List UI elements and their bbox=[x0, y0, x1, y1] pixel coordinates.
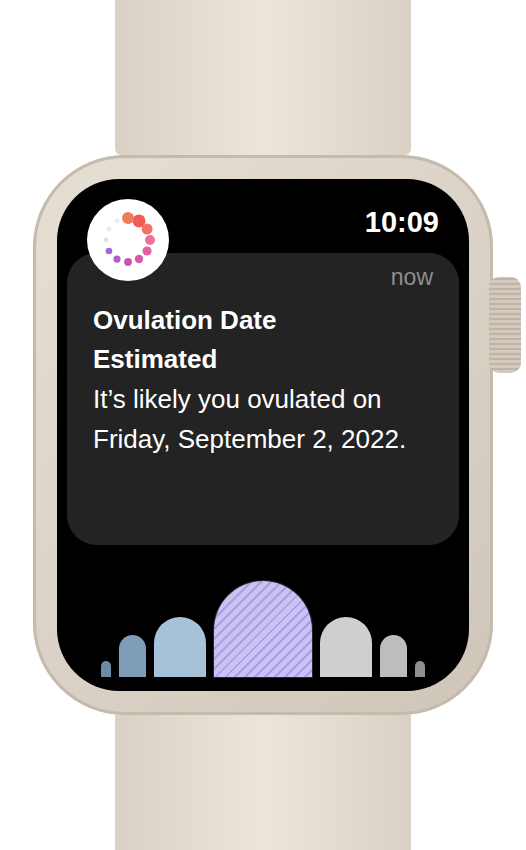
notification-body: It’s likely you ovulated on Friday, Sept… bbox=[93, 379, 437, 460]
cycle-day[interactable] bbox=[415, 661, 425, 677]
cycle-day[interactable] bbox=[214, 581, 312, 677]
watch-band bbox=[115, 715, 411, 850]
watch-case: 10:09 now Ovulation Date Estimated It’s … bbox=[33, 155, 493, 715]
watch-screen: 10:09 now Ovulation Date Estimated It’s … bbox=[57, 179, 469, 691]
cycle-day[interactable] bbox=[101, 661, 111, 677]
cycle-day[interactable] bbox=[380, 635, 407, 677]
watch-band bbox=[115, 0, 411, 155]
digital-crown[interactable] bbox=[489, 277, 521, 373]
notification-title: Ovulation Date Estimated bbox=[93, 301, 343, 379]
cycle-day[interactable] bbox=[119, 635, 146, 677]
watch-render: 10:09 now Ovulation Date Estimated It’s … bbox=[0, 0, 526, 850]
cycle-day[interactable] bbox=[320, 617, 372, 677]
notification-time: now bbox=[391, 263, 437, 293]
notification-card[interactable]: now Ovulation Date Estimated It’s likely… bbox=[67, 253, 459, 545]
cycle-day[interactable] bbox=[154, 617, 206, 677]
cycle-tracking-icon[interactable] bbox=[87, 199, 169, 281]
cycle-day-strip bbox=[67, 567, 459, 677]
clock: 10:09 bbox=[365, 205, 459, 241]
